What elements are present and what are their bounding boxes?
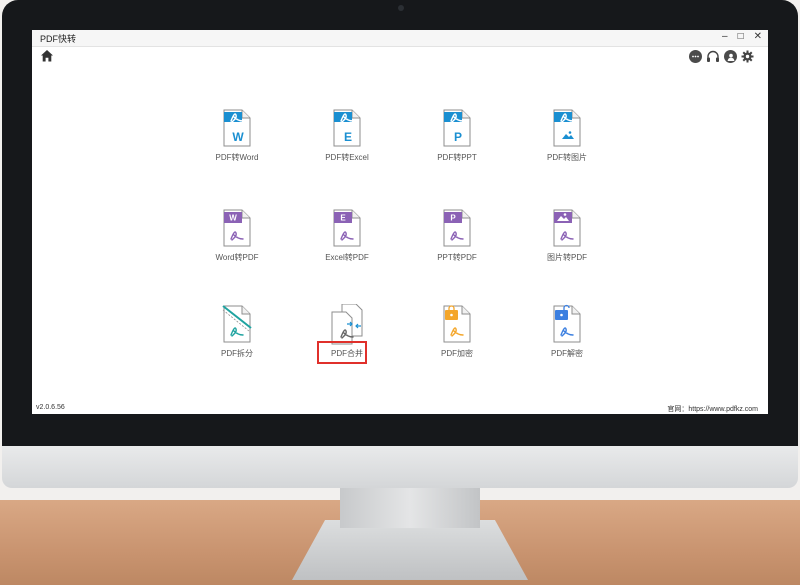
tool-image-to-pdf[interactable]: 图片转PDF [517, 208, 617, 263]
tool-label: PDF拆分 [221, 349, 253, 358]
app-title: PDF快转 [40, 34, 77, 44]
pdf-decrypt-icon [517, 304, 617, 346]
pdf-encrypt-icon [407, 304, 507, 346]
image-to-pdf-icon [517, 208, 617, 250]
tool-label: PDF转PPT [437, 153, 477, 162]
svg-text:P: P [450, 214, 456, 223]
word-to-pdf-icon: W [187, 208, 287, 250]
tool-pdf-to-image[interactable]: PDF转图片 [517, 108, 617, 163]
chat-icon[interactable] [689, 50, 702, 63]
tool-excel-to-pdf[interactable]: E Excel转PDF [297, 208, 397, 263]
title-bar: PDF快转 – □ ✕ [32, 30, 768, 47]
pdf-to-ppt-icon: P [407, 108, 507, 150]
tool-label: Excel转PDF [325, 253, 369, 262]
tool-pdf-to-ppt[interactable]: P PDF转PPT [407, 108, 507, 163]
version-label: v2.0.6.56 [36, 404, 65, 411]
tool-label: PDF转图片 [547, 153, 587, 162]
tool-label: PDF解密 [551, 349, 583, 358]
website-footer: 官网：https://www.pdfkz.com [667, 404, 758, 414]
toolbar-actions [689, 50, 754, 68]
tool-pdf-decrypt[interactable]: PDF解密 [517, 304, 617, 359]
svg-text:E: E [344, 130, 352, 144]
monitor-neck [340, 488, 480, 528]
maximize-button[interactable]: □ [738, 31, 744, 42]
tool-label: PPT转PDF [437, 253, 477, 262]
app-window: PDF快转 – □ ✕ W PDF转Word E PDF转Excel P PDF转PPT P [32, 30, 768, 414]
monitor-base [292, 520, 528, 580]
pdf-to-excel-icon: E [297, 108, 397, 150]
monitor-chin [2, 446, 798, 488]
tool-ppt-to-pdf[interactable]: P PPT转PDF [407, 208, 507, 263]
minimize-button[interactable]: – [722, 31, 728, 42]
tool-label: PDF加密 [441, 349, 473, 358]
website-label: 官网： [667, 406, 689, 413]
close-button[interactable]: ✕ [754, 31, 762, 42]
excel-to-pdf-icon: E [297, 208, 397, 250]
pdf-to-word-icon: W [187, 108, 287, 150]
tool-label: 图片转PDF [547, 253, 587, 262]
camera-dot [398, 5, 404, 11]
gear-icon[interactable] [741, 50, 754, 68]
tool-label: PDF转Excel [325, 153, 369, 162]
user-icon[interactable] [724, 50, 737, 63]
website-link[interactable]: https://www.pdfkz.com [688, 406, 758, 413]
tool-pdf-to-excel[interactable]: E PDF转Excel [297, 108, 397, 163]
home-icon[interactable] [40, 49, 54, 68]
ppt-to-pdf-icon: P [407, 208, 507, 250]
toolbar [32, 47, 768, 69]
pdf-merge-icon [297, 304, 397, 346]
svg-text:W: W [232, 130, 244, 144]
pdf-merge-highlight [317, 341, 367, 364]
headset-icon[interactable] [706, 50, 720, 68]
tool-label: Word转PDF [215, 253, 259, 262]
tool-pdf-to-word[interactable]: W PDF转Word [187, 108, 287, 163]
window-controls: – □ ✕ [722, 31, 762, 42]
svg-text:P: P [454, 130, 462, 144]
tool-pdf-encrypt[interactable]: PDF加密 [407, 304, 507, 359]
tool-word-to-pdf[interactable]: W Word转PDF [187, 208, 287, 263]
pdf-to-image-icon [517, 108, 617, 150]
tool-label: PDF转Word [215, 153, 259, 162]
tool-pdf-split[interactable]: PDF拆分 [187, 304, 287, 359]
svg-text:W: W [229, 214, 237, 223]
svg-text:E: E [340, 214, 346, 223]
pdf-split-icon [187, 304, 287, 346]
